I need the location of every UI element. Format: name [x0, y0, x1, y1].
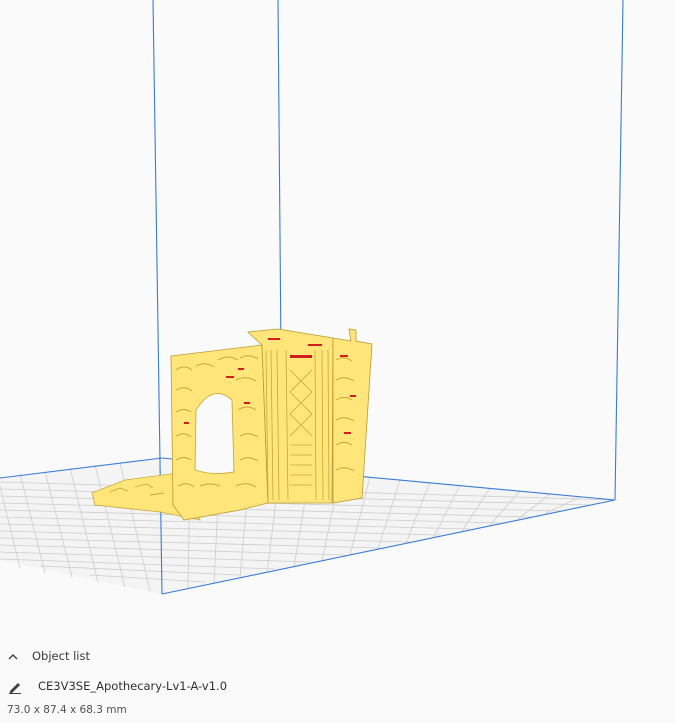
object-list-toggle[interactable]: Object list: [6, 647, 90, 665]
chevron-up-icon: [6, 649, 20, 663]
3d-viewport[interactable]: [0, 0, 675, 640]
object-name: CE3V3SE_Apothecary-Lv1-A-v1.0: [38, 679, 228, 693]
object-list-header-label: Object list: [32, 649, 90, 663]
pencil-icon[interactable]: [8, 679, 22, 694]
model-apothecary[interactable]: [91, 328, 373, 521]
object-list-item[interactable]: CE3V3SE_Apothecary-Lv1-A-v1.0: [8, 677, 227, 695]
object-dimensions: 73.0 x 87.4 x 68.3 mm: [7, 704, 127, 716]
